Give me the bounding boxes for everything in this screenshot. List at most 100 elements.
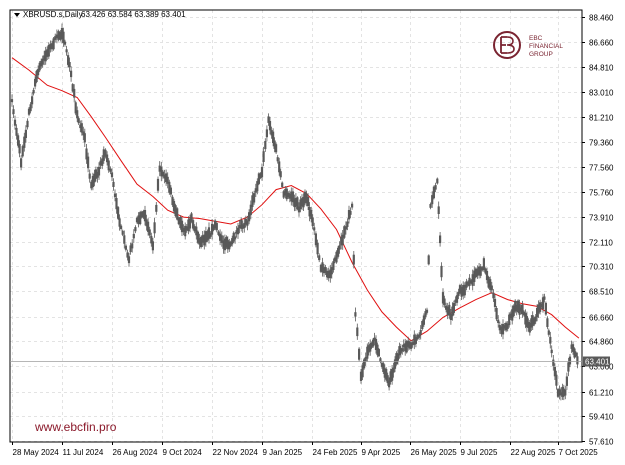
price-candle [24,129,27,138]
y-tick-label: 86.660 [589,39,614,48]
y-tick-label: 77.560 [589,164,614,173]
price-candle [10,99,14,103]
price-candle [276,157,279,162]
website-watermark: www.ebcfin.pro [34,420,117,434]
price-candle [124,245,127,250]
price-candle [123,235,126,244]
price-candle [207,227,211,239]
price-candle [564,389,567,396]
price-candle [358,348,361,360]
price-candle [313,227,316,231]
price-candle [576,356,579,365]
price-candle [76,110,79,119]
price-candle [83,133,86,143]
x-tick-label: 22 Nov 2024 [213,448,259,457]
price-candle [539,302,542,312]
price-candle [236,227,240,235]
price-candle [418,334,421,338]
price-candle [549,336,552,344]
price-candle [401,348,404,352]
price-candle [70,70,73,78]
y-tick-label: 88.460 [589,14,614,23]
price-candle [427,255,430,265]
x-tick-label: 9 Jan 2025 [263,448,303,457]
y-tick-label: 57.610 [589,438,614,447]
x-tick-label: 22 Aug 2025 [511,448,556,457]
price-candle [155,204,158,212]
price-candle [77,118,80,124]
price-candle [63,41,67,45]
price-candle [68,62,71,68]
x-tick-label: 7 Oct 2025 [559,448,599,457]
price-candle [495,308,498,320]
price-candle [552,359,555,366]
price-candle [316,242,319,255]
price-candle [565,376,568,386]
price-candle [268,121,272,131]
price-candle [153,222,156,234]
y-tick-label: 59.410 [589,413,614,422]
price-candle [15,127,18,136]
ohlc-values: 63.426 63.584 63.389 63.401 [81,10,186,19]
price-candle [437,206,440,214]
x-tick-label: 26 May 2025 [411,448,458,457]
price-candle [352,254,355,265]
logo-line-3: GROUP [529,51,553,58]
price-candle [346,221,349,227]
price-candle [109,168,112,172]
chart-header: XBRUSD.s,Daily 63.426 63.584 63.389 63.4… [14,10,186,19]
price-candle [443,298,446,305]
y-tick-label: 66.660 [589,314,614,323]
price-candle [18,144,21,154]
price-candle [544,302,547,315]
price-candle [434,185,437,190]
symbol-label: XBRUSD.s,Daily [23,10,83,19]
price-candle [275,144,278,153]
price-candle [65,49,68,53]
y-tick-label: 64.860 [589,338,614,347]
price-chart[interactable]: 88.460 86.660 84.810 83.010 81.210 79.360 77.5… [0,0,625,465]
price-candle [307,197,310,207]
price-candle [127,256,131,264]
price-candle [546,318,549,328]
price-candle [497,319,500,323]
price-candle [13,119,17,126]
price-candle [318,255,321,261]
price-candle [156,178,160,191]
price-candle [492,292,495,299]
price-candle [490,285,493,291]
price-candle [73,88,76,98]
y-tick-label: 79.360 [589,139,614,148]
price-candle [131,243,134,249]
current-price-tag: 63.401 [583,356,610,367]
logo-line-2: FINANCIAL [529,43,563,50]
price-candle [120,225,123,229]
price-candle [452,303,455,313]
y-tick-label: 61.210 [589,389,614,398]
price-candle [281,182,284,187]
price-candle [151,241,154,251]
price-candle [118,218,121,227]
price-candle [112,181,115,187]
price-candle [31,96,34,105]
price-candle [215,223,218,231]
y-tick-label: 83.010 [589,89,614,98]
y-tick-label: 84.810 [589,64,614,73]
price-candle [23,136,26,148]
price-candle [568,356,572,365]
price-candle [234,236,237,240]
price-candle [260,167,264,178]
price-candle [20,158,23,168]
price-candle [148,229,151,236]
y-tick-label: 73.910 [589,214,614,223]
price-candle [377,349,380,357]
price-candle [134,227,137,232]
price-candle [265,129,268,138]
price-candle [26,120,29,128]
price-candle [547,330,550,335]
x-tick-label: 9 Oct 2024 [163,448,203,457]
price-candle [97,166,101,176]
price-candle [88,173,91,179]
price-candle [279,171,282,178]
price-candle [113,193,117,198]
